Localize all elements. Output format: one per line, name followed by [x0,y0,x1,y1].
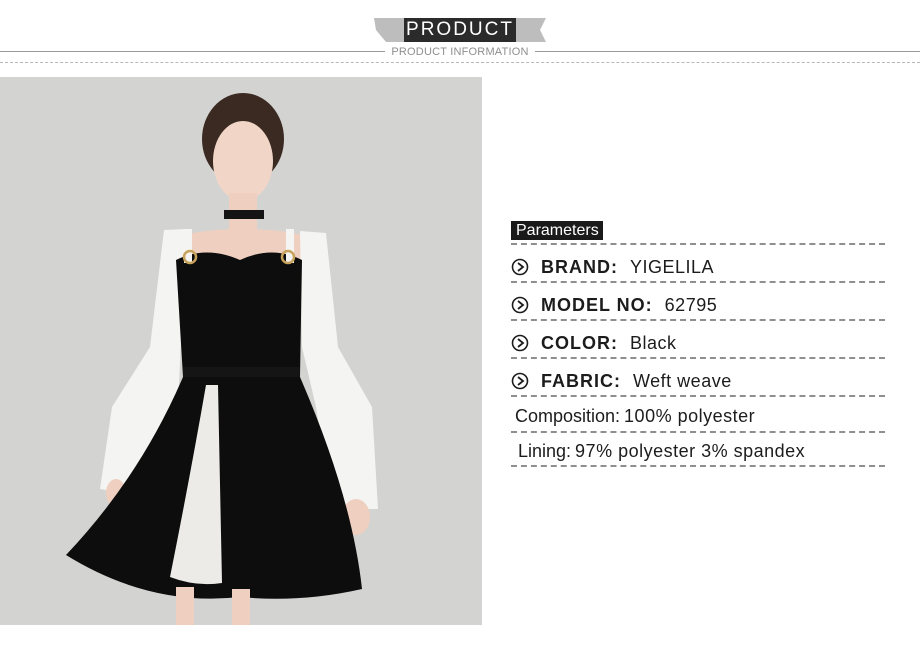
model-illustration [66,93,378,625]
param-label: FABRIC: [541,370,621,391]
param-row-model: MODEL NO: 62795 [511,292,717,318]
banner-title: PRODUCT [404,18,516,42]
play-circle-icon [511,334,529,352]
divider [511,431,885,433]
product-photo [0,77,482,625]
param-row-color: COLOR: Black [511,330,677,356]
divider [511,281,885,283]
param-row-brand: BRAND: YIGELILA [511,254,714,280]
divider [511,319,885,321]
param-row-fabric: FABRIC: Weft weave [511,368,732,394]
param-value: Black [630,332,677,353]
banner-subtitle: PRODUCT INFORMATION [385,45,535,59]
divider [511,395,885,397]
divider [511,243,885,245]
param-row-composition: Composition: 100% polyester [515,403,755,429]
param-label: Composition: [515,405,621,426]
param-label: MODEL NO: [541,294,653,315]
section-header: PRODUCT PRODUCT INFORMATION [0,0,920,70]
play-circle-icon [511,258,529,276]
param-row-lining: Lining: 97% polyester 3% spandex [518,438,805,464]
param-value: YIGELILA [630,256,715,277]
divider [511,465,885,467]
param-value: 97% polyester 3% spandex [575,440,806,461]
param-value: 62795 [664,294,718,315]
play-circle-icon [511,296,529,314]
product-banner: PRODUCT [374,15,546,45]
header-dashed-divider [0,62,920,63]
param-label: BRAND: [541,256,618,277]
parameters-heading: Parameters [511,221,603,240]
divider [511,357,885,359]
play-circle-icon [511,372,529,390]
param-value: 100% polyester [624,405,756,426]
param-label: COLOR: [541,332,618,353]
param-label: Lining: [518,440,572,461]
param-value: Weft weave [633,370,732,391]
